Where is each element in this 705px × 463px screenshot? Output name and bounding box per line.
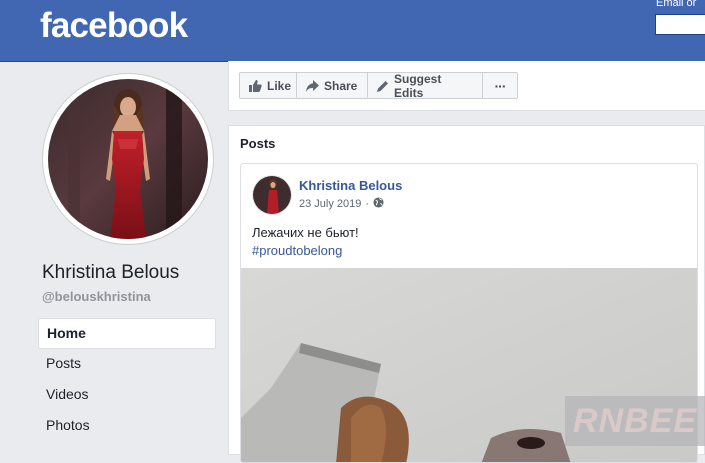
nav-item-home[interactable]: Home [38,318,216,349]
post-author-avatar[interactable] [252,175,292,215]
share-button[interactable]: Share [296,72,368,99]
nav-item-photos[interactable]: Photos [38,411,216,442]
watermark-logo: RNBEE [565,396,705,446]
post-message: Лежачих не бьют! [252,225,359,240]
top-navigation-bar: facebook Email or [0,0,705,62]
avatar-image [253,176,291,214]
share-arrow-icon [306,79,319,92]
post-meta: 23 July 2019 · [299,197,384,211]
suggest-edits-button[interactable]: Suggest Edits [367,71,483,100]
post-body: Лежачих не бьют! #proudtobelong [252,224,359,260]
thumbs-up-icon [249,79,262,92]
post-hashtag-link[interactable]: #proudtobelong [252,242,359,260]
profile-picture[interactable] [43,74,213,244]
more-options-button[interactable]: ··· [482,72,518,99]
post-date[interactable]: 23 July 2019 [299,198,361,210]
posts-heading: Posts [240,136,276,151]
meta-separator: · [365,198,370,210]
like-button[interactable]: Like [239,72,297,99]
page-username[interactable]: @belouskhristina [42,289,151,304]
pencil-icon [377,80,389,92]
login-email-input[interactable] [655,14,705,35]
page-navigation: Home Posts Videos Photos [38,318,216,442]
ellipsis-icon: ··· [494,77,507,94]
facebook-logo[interactable]: facebook [40,6,188,46]
page-name[interactable]: Khristina Belous [42,262,179,284]
globe-icon [373,197,384,211]
profile-photo-image [48,79,208,239]
nav-item-posts[interactable]: Posts [38,349,216,380]
share-label: Share [324,78,358,93]
page-action-bar: Like Share Suggest Edits ··· [228,61,705,111]
nav-item-videos[interactable]: Videos [38,380,216,411]
like-label: Like [267,78,292,93]
suggest-edits-label: Suggest Edits [394,71,442,100]
post-author-name[interactable]: Khristina Belous [299,178,402,193]
login-email-label: Email or [656,0,697,9]
